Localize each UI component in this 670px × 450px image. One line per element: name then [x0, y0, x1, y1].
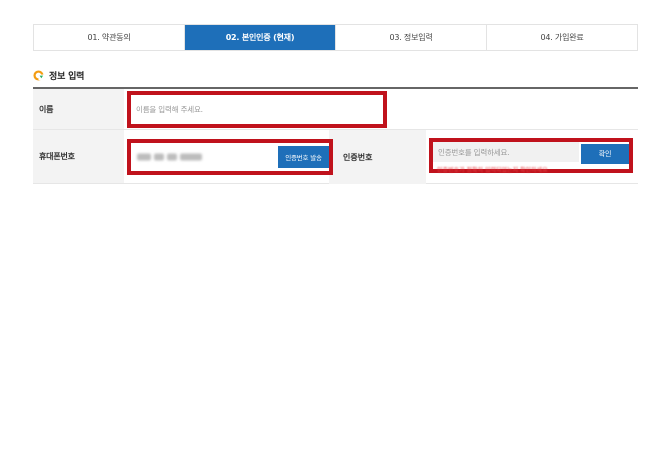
- code-label: 인증번호: [329, 130, 426, 184]
- signup-steps: 01. 약관동의 02. 본인인증 (현재) 03. 정보입력 04. 가입완료: [33, 24, 638, 51]
- phone-field-highlight-box: 인증번호 발송: [127, 139, 333, 175]
- send-code-button[interactable]: 인증번호 발송: [278, 146, 329, 168]
- section-header: 정보 입력: [33, 69, 84, 82]
- name-row: 이름 이름을 입력해 주세요.: [33, 89, 638, 130]
- step-complete[interactable]: 04. 가입완료: [487, 25, 637, 50]
- name-input[interactable]: 이름을 입력해 주세요.: [131, 95, 383, 124]
- name-cell: 이름을 입력해 주세요.: [124, 89, 638, 129]
- section-title: 정보 입력: [49, 72, 85, 82]
- code-hint: 인증번호가 정확히 입력되었는지 확인하세요: [437, 167, 548, 174]
- step-agreement[interactable]: 01. 약관동의: [34, 25, 185, 50]
- phone-label: 휴대폰번호: [33, 130, 124, 183]
- name-field-highlight: 이름을 입력해 주세요.: [127, 91, 387, 128]
- confirm-button[interactable]: 확인: [581, 144, 629, 164]
- name-label: 이름: [33, 89, 124, 129]
- signup-page: 01. 약관동의 02. 본인인증 (현재) 03. 정보입력 04. 가입완료…: [0, 0, 670, 450]
- code-input[interactable]: 인증번호를 입력하세요.: [433, 142, 579, 162]
- circle-arrow-icon: [33, 70, 44, 81]
- code-field-highlight: 인증번호를 입력하세요. 확인 인증번호가 정확히 입력되었는지 확인하세요: [429, 138, 633, 174]
- phone-number-redacted: [137, 153, 217, 161]
- step-info-input[interactable]: 03. 정보입력: [336, 25, 487, 50]
- step-verification[interactable]: 02. 본인인증 (현재): [185, 25, 336, 50]
